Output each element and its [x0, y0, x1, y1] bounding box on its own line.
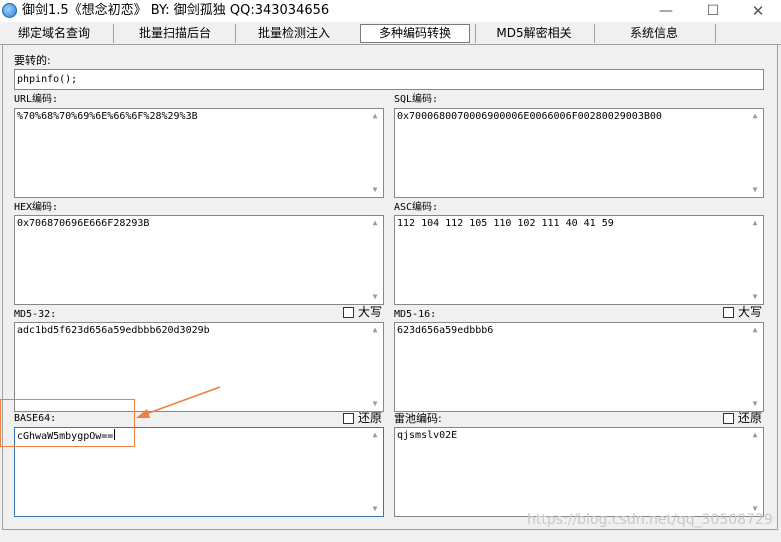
asc-output[interactable]: 112 104 112 105 110 102 111 40 41 59 ▲ ▼: [394, 215, 764, 305]
checkbox-label: 还原: [738, 411, 763, 425]
hex-label: HEX编码:: [14, 202, 59, 213]
app-icon: [2, 3, 17, 18]
scroll-up-icon[interactable]: ▲: [370, 218, 380, 228]
sql-output[interactable]: 0x7000680070006900006E0066006F0028002900…: [394, 108, 764, 198]
tab-md5-decrypt[interactable]: MD5解密相关: [486, 23, 582, 43]
url-output[interactable]: %70%68%70%69%6E%66%6F%28%29%3B ▲ ▼: [14, 108, 384, 198]
tab-separator: [594, 24, 595, 43]
leichi-label: 雷池编码:: [394, 412, 442, 425]
hex-value: 0x706870696E666F28293B: [17, 218, 150, 229]
tab-separator: [715, 24, 716, 43]
url-scrollbar[interactable]: ▲ ▼: [367, 109, 383, 197]
url-value: %70%68%70%69%6E%66%6F%28%29%3B: [17, 111, 198, 122]
title-bar: 御剑1.5《想念初恋》 BY: 御剑孤独 QQ:343034656 — ☐ ✕: [0, 0, 781, 22]
annotation-highlight-box: [0, 399, 135, 447]
input-label: 要转的:: [14, 54, 51, 67]
checkbox-label: 大写: [358, 305, 383, 319]
leichi-scrollbar[interactable]: ▲ ▼: [747, 428, 763, 516]
md5-32-label: MD5-32:: [14, 309, 57, 320]
checkbox-box[interactable]: [723, 413, 734, 424]
leichi-output[interactable]: qjsmslv02E ▲ ▼: [394, 427, 764, 517]
scroll-up-icon[interactable]: ▲: [370, 325, 380, 335]
sql-value: 0x7000680070006900006E0066006F0028002900…: [397, 111, 662, 122]
base64-decode-checkbox[interactable]: 还原: [343, 411, 382, 425]
hex-output[interactable]: 0x706870696E666F28293B ▲ ▼: [14, 215, 384, 305]
tab-system-info[interactable]: 系统信息: [606, 23, 702, 43]
maximize-button[interactable]: ☐: [690, 0, 736, 22]
tab-separator: [235, 24, 236, 43]
tab-batch-admin-scan[interactable]: 批量扫描后台: [124, 23, 226, 43]
scroll-up-icon[interactable]: ▲: [750, 325, 760, 335]
scroll-up-icon[interactable]: ▲: [370, 111, 380, 121]
sql-label: SQL编码:: [394, 94, 439, 105]
md5-32-uppercase-checkbox[interactable]: 大写: [343, 305, 382, 319]
md5-16-uppercase-checkbox[interactable]: 大写: [723, 305, 762, 319]
checkbox-box[interactable]: [343, 413, 354, 424]
scroll-down-icon[interactable]: ▼: [370, 504, 380, 514]
hex-scrollbar[interactable]: ▲ ▼: [367, 216, 383, 304]
tab-batch-injection[interactable]: 批量检测注入: [246, 23, 342, 43]
minimize-button[interactable]: —: [643, 0, 689, 22]
close-button[interactable]: ✕: [735, 0, 781, 22]
md5-16-label: MD5-16:: [394, 309, 437, 320]
md5-32-value: adc1bd5f623d656a59edbbb620d3029b: [17, 325, 210, 336]
scroll-down-icon[interactable]: ▼: [750, 399, 760, 409]
tab-bar: 绑定域名查询 批量扫描后台 批量检测注入 多种编码转换 MD5解密相关 系统信息: [0, 22, 781, 45]
checkbox-label: 大写: [738, 305, 763, 319]
leichi-decode-checkbox[interactable]: 还原: [723, 411, 762, 425]
tab-separator: [475, 24, 476, 43]
input-value: phpinfo();: [17, 74, 78, 85]
sql-scrollbar[interactable]: ▲ ▼: [747, 109, 763, 197]
md5-16-scrollbar[interactable]: ▲ ▼: [747, 323, 763, 411]
md5-16-output[interactable]: 623d656a59edbbb6 ▲ ▼: [394, 322, 764, 412]
window-title: 御剑1.5《想念初恋》 BY: 御剑孤独 QQ:343034656: [22, 3, 330, 18]
scroll-down-icon[interactable]: ▼: [370, 185, 380, 195]
tab-domain-lookup[interactable]: 绑定域名查询: [4, 23, 104, 43]
tab-encoding-convert[interactable]: 多种编码转换: [360, 24, 470, 43]
base64-scrollbar[interactable]: ▲ ▼: [367, 428, 383, 516]
scroll-up-icon[interactable]: ▲: [750, 111, 760, 121]
url-label: URL编码:: [14, 94, 59, 105]
asc-scrollbar[interactable]: ▲ ▼: [747, 216, 763, 304]
leichi-value: qjsmslv02E: [397, 430, 458, 441]
scroll-up-icon[interactable]: ▲: [370, 430, 380, 440]
asc-value: 112 104 112 105 110 102 111 40 41 59: [397, 218, 614, 229]
scroll-up-icon[interactable]: ▲: [750, 430, 760, 440]
checkbox-box[interactable]: [343, 307, 354, 318]
tab-separator: [113, 24, 114, 43]
watermark: https://blog.csdn.net/qq_30508729: [527, 512, 773, 528]
checkbox-label: 还原: [358, 411, 383, 425]
checkbox-box[interactable]: [723, 307, 734, 318]
md5-32-scrollbar[interactable]: ▲ ▼: [367, 323, 383, 411]
scroll-down-icon[interactable]: ▼: [370, 292, 380, 302]
input-field[interactable]: phpinfo();: [14, 69, 764, 90]
asc-label: ASC编码:: [394, 202, 439, 213]
md5-16-value: 623d656a59edbbb6: [397, 325, 494, 336]
scroll-down-icon[interactable]: ▼: [750, 185, 760, 195]
scroll-up-icon[interactable]: ▲: [750, 218, 760, 228]
scroll-down-icon[interactable]: ▼: [370, 399, 380, 409]
scroll-down-icon[interactable]: ▼: [750, 292, 760, 302]
